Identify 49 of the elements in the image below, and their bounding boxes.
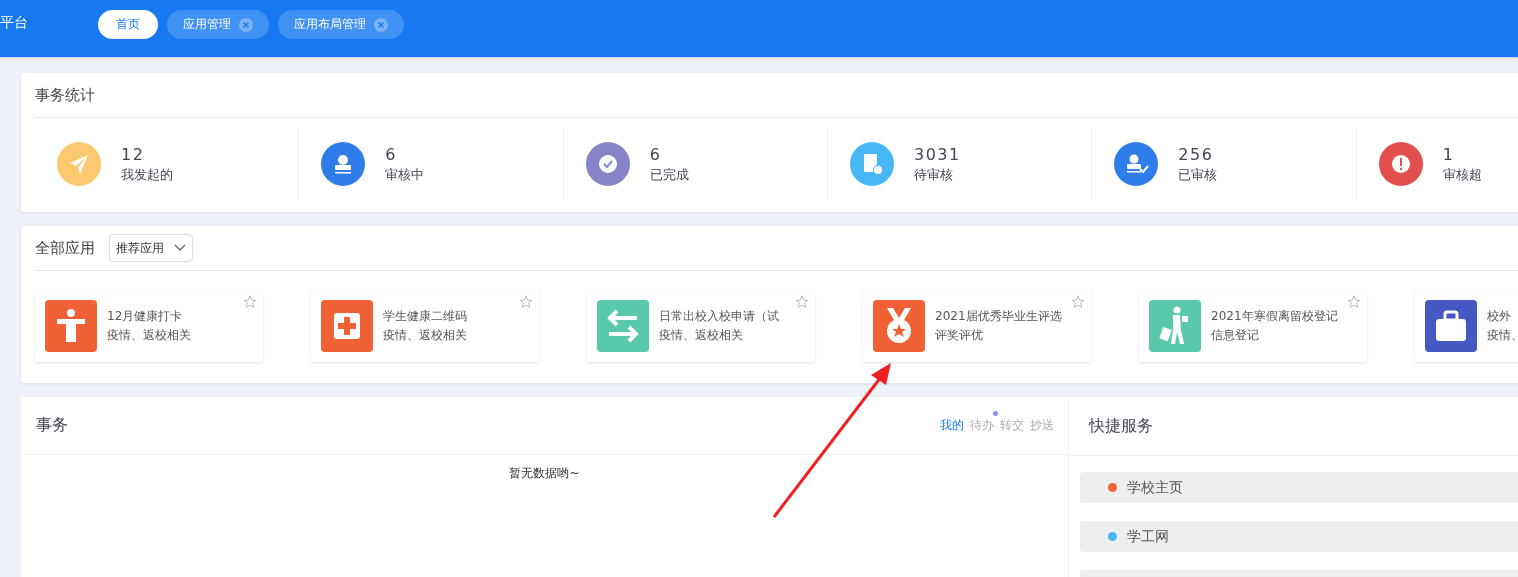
app-category: 疫情、返校相关 [659, 327, 744, 344]
stat-value: 256 [1178, 144, 1215, 164]
star-icon[interactable] [1347, 295, 1361, 309]
category-dropdown[interactable]: 推荐应用 [109, 234, 193, 262]
stat-value: 12 [121, 144, 146, 164]
app-category: 疫情、返校相关 [107, 327, 191, 344]
app-title: 平台 [0, 14, 29, 32]
app-card[interactable]: 2021届优秀毕业生评选 评奖评优 [863, 290, 1091, 362]
stat-label: 审核超 [1442, 165, 1482, 184]
star-icon[interactable] [519, 295, 533, 309]
caret-icon [174, 244, 186, 252]
stat-label: 已审核 [1178, 165, 1218, 184]
filter-tab[interactable]: 我的 [940, 417, 964, 434]
section-title: 全部应用 [35, 238, 95, 258]
stat-value: 6 [649, 144, 663, 164]
star-icon[interactable] [243, 295, 257, 309]
stat-label: 待审核 [914, 165, 954, 184]
app-title: 12月健康打卡 [107, 308, 184, 325]
close-icon[interactable] [374, 17, 388, 32]
nav-tab[interactable]: 首页 [98, 10, 158, 39]
app-category: 信息登记 [1211, 327, 1260, 344]
stat-value: 3031 [914, 144, 961, 164]
app-card[interactable]: 2021年寒假离留校登记 信息登记 [1139, 290, 1367, 362]
app-title: 校外 [1487, 308, 1512, 325]
stat-value: 1 [1442, 144, 1456, 164]
service-link[interactable]: 学工网 [1080, 521, 1518, 552]
app-category: 评奖评优 [935, 327, 984, 344]
app-title: 2021年寒假离留校登记 [1211, 308, 1338, 325]
app-title: 日常出校入校申请（试 [659, 308, 779, 325]
stat-value: 6 [385, 144, 398, 164]
app-title: 2021届优秀毕业生评选 [935, 308, 1062, 325]
stat-label: 审核中 [385, 165, 425, 184]
panel-title: 事务 [36, 415, 68, 436]
app-category: 疫情、返校相关 [383, 327, 467, 344]
panel-title: 快捷服务 [1089, 415, 1153, 437]
app-category: 疫情、 [1487, 327, 1518, 344]
app-card[interactable]: 校外 疫情、 [1415, 290, 1518, 362]
service-link[interactable]: 学校主页 [1080, 472, 1518, 503]
star-icon[interactable] [1071, 295, 1085, 309]
star-icon[interactable] [795, 295, 809, 309]
app-card[interactable]: 日常出校入校申请（试 疫情、返校相关 [587, 290, 815, 362]
stat-label: 已完成 [649, 165, 689, 184]
close-icon[interactable] [239, 17, 253, 32]
app-card[interactable]: 12月健康打卡 疫情、返校相关 [35, 290, 263, 362]
app-title: 学生健康二维码 [383, 308, 467, 325]
stat-label: 我发起的 [121, 165, 173, 184]
app-card[interactable]: 学生健康二维码 疫情、返校相关 [311, 290, 539, 362]
empty-message: 暂无数据哟~ [508, 465, 581, 482]
section-title: 事务统计 [35, 85, 95, 105]
